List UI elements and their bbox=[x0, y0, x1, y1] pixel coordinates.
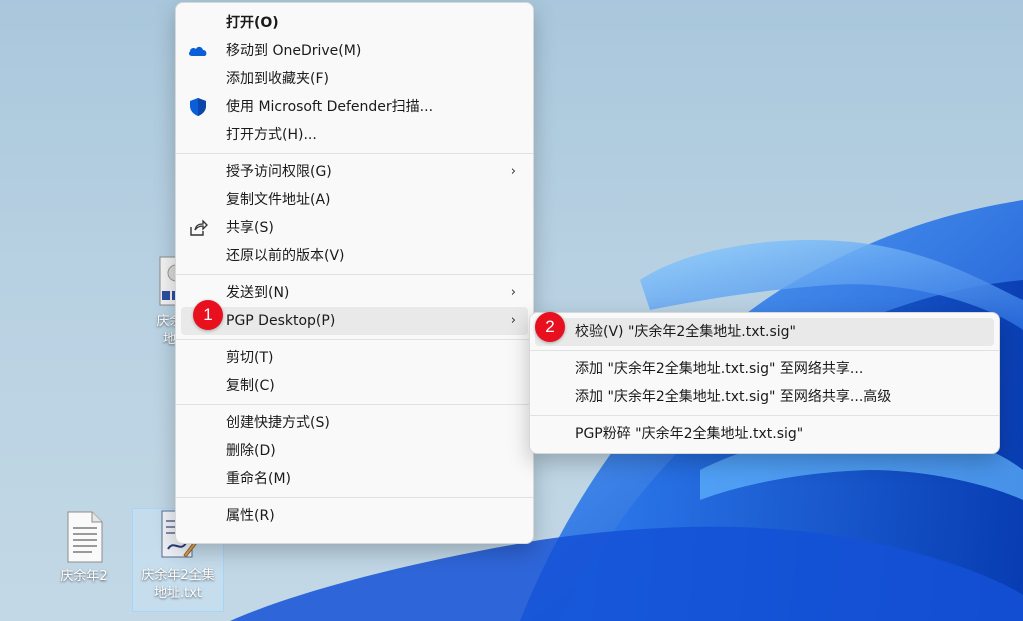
menu-item-label: 剪切(T) bbox=[226, 350, 274, 366]
menu-item-label: 复制(C) bbox=[226, 378, 275, 394]
share-icon bbox=[188, 219, 208, 237]
menu-item-label: 重命名(M) bbox=[226, 471, 292, 487]
menu-item-label: 共享(S) bbox=[226, 220, 274, 236]
onedrive-icon bbox=[188, 42, 208, 60]
menu-item-label: PGP粉碎 "庆余年2全集地址.txt.sig" bbox=[575, 426, 804, 442]
menu-item-label: 添加 "庆余年2全集地址.txt.sig" 至网络共享... bbox=[575, 361, 864, 377]
menu-item-open[interactable]: 打开(O) bbox=[181, 9, 528, 37]
chevron-right-icon: › bbox=[510, 285, 516, 300]
menu-item-delete[interactable]: 删除(D) bbox=[181, 437, 528, 465]
menu-item-label: PGP Desktop(P) bbox=[226, 313, 336, 329]
text-document-icon bbox=[62, 510, 106, 564]
chevron-right-icon: › bbox=[510, 313, 516, 328]
menu-item-copy-path[interactable]: 复制文件地址(A) bbox=[181, 186, 528, 214]
menu-item-send-to[interactable]: 发送到(N) › bbox=[181, 279, 528, 307]
menu-item-restore-previous-versions[interactable]: 还原以前的版本(V) bbox=[181, 242, 528, 270]
submenu-item-add-to-netshare-advanced[interactable]: 添加 "庆余年2全集地址.txt.sig" 至网络共享...高级 bbox=[535, 383, 994, 411]
submenu-item-verify[interactable]: 校验(V) "庆余年2全集地址.txt.sig" bbox=[535, 318, 994, 346]
menu-item-label: 校验(V) "庆余年2全集地址.txt.sig" bbox=[575, 324, 796, 340]
menu-item-rename[interactable]: 重命名(M) bbox=[181, 465, 528, 493]
menu-item-label: 发送到(N) bbox=[226, 285, 290, 301]
menu-item-add-to-favorites[interactable]: 添加到收藏夹(F) bbox=[181, 65, 528, 93]
submenu-item-add-to-netshare[interactable]: 添加 "庆余年2全集地址.txt.sig" 至网络共享... bbox=[535, 355, 994, 383]
menu-item-pgp-desktop[interactable]: PGP Desktop(P) › bbox=[181, 307, 528, 335]
menu-item-label: 添加到收藏夹(F) bbox=[226, 71, 329, 87]
menu-item-label: 授予访问权限(G) bbox=[226, 164, 332, 180]
menu-item-copy[interactable]: 复制(C) bbox=[181, 372, 528, 400]
desktop-icon-label: 庆余年2 bbox=[60, 569, 108, 584]
menu-item-label: 打开方式(H)... bbox=[226, 127, 317, 143]
step-badge-1: 1 bbox=[193, 300, 223, 330]
menu-item-label: 复制文件地址(A) bbox=[226, 192, 331, 208]
menu-item-move-to-onedrive[interactable]: 移动到 OneDrive(M) bbox=[181, 37, 528, 65]
desktop-icon-text-file[interactable]: 庆余年2 bbox=[38, 510, 130, 586]
menu-item-label: 打开(O) bbox=[226, 15, 279, 31]
menu-item-label: 还原以前的版本(V) bbox=[226, 248, 345, 264]
desktop-icon-label-line2: 地址.txt bbox=[153, 586, 203, 601]
menu-item-label: 属性(R) bbox=[226, 508, 275, 524]
menu-item-cut[interactable]: 剪切(T) bbox=[181, 344, 528, 372]
desktop-icon-label: 庆余年2全集 bbox=[141, 568, 215, 583]
menu-item-label: 创建快捷方式(S) bbox=[226, 415, 330, 431]
menu-separator bbox=[530, 415, 999, 416]
menu-separator bbox=[176, 497, 533, 498]
menu-separator bbox=[530, 350, 999, 351]
menu-separator bbox=[176, 404, 533, 405]
step-badge-2: 2 bbox=[535, 312, 565, 342]
menu-separator bbox=[176, 274, 533, 275]
menu-item-share[interactable]: 共享(S) bbox=[181, 214, 528, 242]
menu-item-defender-scan[interactable]: 使用 Microsoft Defender扫描... bbox=[181, 93, 528, 121]
submenu-item-pgp-shred[interactable]: PGP粉碎 "庆余年2全集地址.txt.sig" bbox=[535, 420, 994, 448]
menu-item-create-shortcut[interactable]: 创建快捷方式(S) bbox=[181, 409, 528, 437]
menu-item-open-with[interactable]: 打开方式(H)... bbox=[181, 121, 528, 149]
menu-item-label: 添加 "庆余年2全集地址.txt.sig" 至网络共享...高级 bbox=[575, 389, 892, 405]
defender-shield-icon bbox=[188, 98, 208, 116]
chevron-right-icon: › bbox=[510, 164, 516, 179]
menu-item-label: 删除(D) bbox=[226, 443, 276, 459]
menu-separator bbox=[176, 339, 533, 340]
menu-item-give-access[interactable]: 授予访问权限(G) › bbox=[181, 158, 528, 186]
menu-item-label: 移动到 OneDrive(M) bbox=[226, 43, 362, 59]
pgp-submenu: 校验(V) "庆余年2全集地址.txt.sig" 添加 "庆余年2全集地址.tx… bbox=[529, 312, 1000, 454]
context-menu: 打开(O) 移动到 OneDrive(M) 添加到收藏夹(F) 使用 Micro… bbox=[175, 2, 534, 544]
menu-separator bbox=[176, 153, 533, 154]
menu-item-label: 使用 Microsoft Defender扫描... bbox=[226, 99, 434, 115]
menu-item-properties[interactable]: 属性(R) bbox=[181, 502, 528, 530]
